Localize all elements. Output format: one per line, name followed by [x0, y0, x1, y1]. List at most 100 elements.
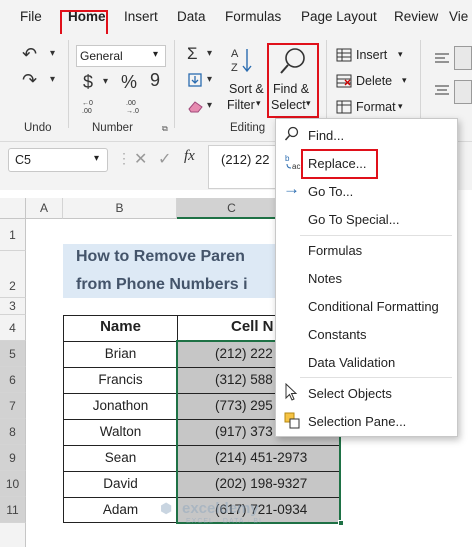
enter-icon[interactable]: ✓	[158, 149, 171, 169]
menu-item-select-objects[interactable]: Select Objects	[308, 386, 392, 401]
autosum-dropdown-icon[interactable]: ▾	[207, 49, 212, 59]
menu-item-conditional-formatting[interactable]: Conditional Formatting	[308, 299, 439, 314]
column-header-a[interactable]: A	[26, 198, 63, 219]
align-left-icon[interactable]	[434, 52, 450, 66]
delete-cells-label[interactable]: Delete	[356, 74, 392, 88]
menu-item-go-to[interactable]: Go To...	[308, 184, 353, 199]
menu-view[interactable]: Vie	[449, 9, 468, 24]
table-header-name[interactable]: Name	[64, 318, 177, 335]
decrease-decimal-icon[interactable]: .00 →.0	[126, 100, 139, 115]
row-header-4[interactable]: 4	[0, 315, 26, 341]
comma-style-icon[interactable]: 9	[150, 71, 160, 89]
chevron-down-icon: ▾	[94, 153, 100, 164]
insert-cells-icon[interactable]	[336, 48, 352, 62]
redo-icon[interactable]: ↷	[22, 71, 37, 89]
align-center-icon[interactable]	[434, 84, 450, 98]
column-header-b[interactable]: B	[63, 198, 177, 219]
row-header-6[interactable]: 6	[0, 367, 26, 393]
find-select-highlight-box	[267, 43, 319, 118]
row-header-1[interactable]: 1	[0, 219, 26, 251]
name-cell[interactable]: Jonathon	[64, 398, 177, 413]
menu-item-selection-pane[interactable]: Selection Pane...	[308, 414, 406, 429]
row-header-9[interactable]: 9	[0, 445, 26, 471]
menu-page-layout[interactable]: Page Layout	[301, 9, 377, 24]
decimal-icons: ←0 .00 .00 →.0	[82, 100, 139, 115]
insert-function-icon[interactable]: fx	[184, 148, 195, 165]
replace-icon: b ac	[285, 154, 300, 171]
selection-pane-icon	[284, 412, 300, 429]
formula-input[interactable]: (212) 22	[208, 145, 278, 189]
redo-dropdown-icon[interactable]: ▾	[50, 75, 55, 85]
dialog-launcher-icon[interactable]: ⧉	[162, 124, 168, 134]
ribbon-separator	[326, 40, 327, 128]
menu-formulas[interactable]: Formulas	[225, 9, 281, 24]
row-header-3[interactable]: 3	[0, 298, 26, 315]
menu-item-data-validation[interactable]: Data Validation	[308, 355, 395, 370]
menu-item-constants[interactable]: Constants	[308, 327, 367, 342]
row-header-2[interactable]: 2	[0, 251, 26, 298]
sort-filter-label-2[interactable]: Filter	[227, 98, 255, 112]
name-box[interactable]: C5 ▾	[8, 148, 108, 172]
fill-handle[interactable]	[338, 520, 344, 526]
menu-review[interactable]: Review	[394, 9, 438, 24]
svg-text:.00: .00	[126, 100, 136, 107]
merge-icon[interactable]	[454, 80, 472, 104]
format-cells-label[interactable]: Format	[356, 100, 396, 114]
svg-text:Z: Z	[231, 62, 238, 74]
menu-item-notes[interactable]: Notes	[308, 271, 342, 286]
menu-item-find[interactable]: Find...	[308, 128, 344, 143]
table-header-cell-number[interactable]: Cell N	[178, 318, 288, 335]
row-header-12[interactable]	[0, 523, 26, 547]
watermark-text: exceldemy	[182, 500, 259, 517]
formula-bar-dots-icon: ⋮	[117, 150, 131, 166]
name-cell[interactable]: Sean	[64, 450, 177, 465]
row-header-8[interactable]: 8	[0, 419, 26, 445]
wrap-text-icon[interactable]	[454, 46, 472, 70]
row-header-11[interactable]: 11	[0, 497, 26, 523]
cancel-icon[interactable]: ✕	[134, 149, 147, 169]
undo-icon[interactable]: ↶	[22, 45, 37, 63]
menu-insert[interactable]: Insert	[124, 9, 158, 24]
row-header-10[interactable]: 10	[0, 471, 26, 497]
sort-filter-label-1[interactable]: Sort &	[229, 82, 264, 96]
clear-icon[interactable]	[187, 99, 205, 113]
fill-dropdown-icon[interactable]: ▾	[207, 75, 212, 85]
watermark-icon: ⬢	[160, 500, 173, 516]
delete-cells-icon[interactable]	[336, 74, 352, 88]
menu-item-formulas[interactable]: Formulas	[308, 243, 362, 258]
percent-icon[interactable]: %	[121, 73, 137, 91]
replace-highlight-box	[301, 149, 378, 179]
currency-dropdown-icon[interactable]: ▾	[103, 77, 108, 87]
name-cell[interactable]: Brian	[64, 346, 177, 361]
currency-icon[interactable]: $	[83, 73, 93, 91]
svg-text:ac: ac	[292, 162, 300, 171]
svg-text:b: b	[285, 154, 290, 163]
select-all-corner[interactable]	[0, 198, 26, 219]
row-header-7[interactable]: 7	[0, 393, 26, 419]
editing-group-label: Editing	[230, 122, 266, 134]
svg-text:A: A	[231, 48, 239, 60]
title-line-1: How to Remove Paren	[76, 248, 245, 265]
name-cell[interactable]: Walton	[64, 424, 177, 439]
go-to-arrow-icon: →	[283, 179, 300, 198]
watermark-subtext: EXCEL · DATA · BI	[186, 518, 262, 525]
format-cells-icon[interactable]	[336, 100, 352, 114]
name-cell[interactable]: David	[64, 476, 177, 491]
title-line-2: from Phone Numbers i	[76, 276, 248, 293]
autosum-icon[interactable]: Σ	[187, 45, 198, 62]
row-header-5[interactable]: 5	[0, 341, 26, 367]
number-format-select[interactable]: General ▾	[76, 45, 166, 67]
name-cell[interactable]: Francis	[64, 372, 177, 387]
insert-cells-label[interactable]: Insert	[356, 48, 387, 62]
fill-icon[interactable]	[186, 73, 204, 89]
sort-filter-icon[interactable]: A Z	[230, 46, 254, 80]
increase-decimal-icon[interactable]: ←0 .00	[82, 100, 93, 115]
undo-dropdown-icon[interactable]: ▾	[50, 49, 55, 59]
menu-data[interactable]: Data	[177, 9, 206, 24]
menu-file[interactable]: File	[20, 9, 42, 24]
clear-dropdown-icon[interactable]: ▾	[207, 101, 212, 111]
name-box-value: C5	[15, 153, 31, 167]
chevron-down-icon: ▾	[398, 49, 403, 59]
menu-item-go-to-special[interactable]: Go To Special...	[308, 212, 400, 227]
column-header-c[interactable]: C	[177, 198, 287, 219]
